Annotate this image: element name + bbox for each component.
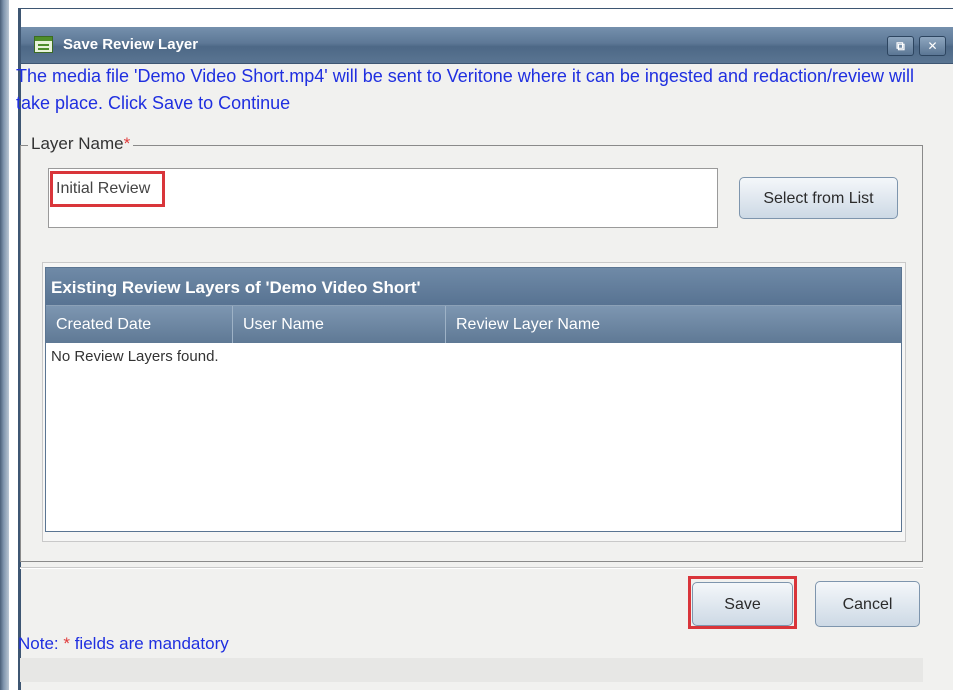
close-window-button[interactable]: ✕: [919, 36, 946, 56]
select-from-list-button[interactable]: Select from List: [739, 177, 898, 219]
dialog-top-strip: [21, 9, 953, 27]
note-suffix: fields are mandatory: [69, 634, 229, 653]
column-header-review-layer-name[interactable]: Review Layer Name: [446, 306, 901, 343]
form-icon: [34, 36, 53, 53]
mandatory-note: Note: * fields are mandatory: [18, 634, 229, 654]
empty-grid-message: No Review Layers found.: [51, 348, 219, 365]
title-bar[interactable]: Save Review Layer ⧉ ✕: [21, 27, 953, 64]
grid-title: Existing Review Layers of 'Demo Video Sh…: [46, 268, 901, 306]
close-icon: ✕: [927, 39, 938, 53]
intro-message: The media file 'Demo Video Short.mp4' wi…: [16, 66, 915, 113]
note-prefix: Note:: [18, 634, 64, 653]
cancel-button[interactable]: Cancel: [815, 581, 920, 627]
layer-name-label: Layer Name: [31, 134, 124, 153]
column-header-user-name[interactable]: User Name: [233, 306, 446, 343]
restore-window-button[interactable]: ⧉: [887, 36, 914, 56]
layer-name-value[interactable]: Initial Review: [50, 171, 166, 207]
window-title: Save Review Layer: [63, 36, 199, 53]
column-header-created-date[interactable]: Created Date: [46, 306, 233, 343]
review-layers-grid: Existing Review Layers of 'Demo Video Sh…: [45, 267, 902, 532]
restore-icon: ⧉: [896, 39, 905, 53]
dialog-footer-band: [20, 658, 923, 682]
note-required-marker: *: [63, 634, 70, 653]
required-marker: *: [123, 134, 131, 153]
window-frame-edge: [0, 0, 9, 690]
save-button-highlight: [688, 576, 797, 629]
grid-header-row: Created Date User Name Review Layer Name: [46, 306, 901, 343]
divider: [20, 568, 923, 569]
layer-name-legend: Layer Name*: [28, 134, 134, 154]
